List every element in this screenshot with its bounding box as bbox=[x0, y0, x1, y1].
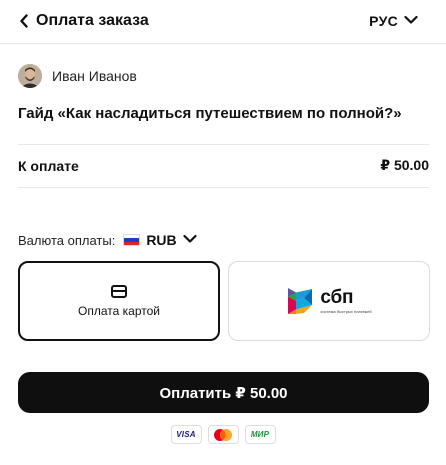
pay-by-card-label: Оплата картой bbox=[78, 303, 160, 318]
product-title: Гайд «Как насладиться путешествием по по… bbox=[18, 105, 402, 122]
pay-button-label: Оплатить ₽ 50.00 bbox=[159, 384, 288, 402]
total-amount: ₽ 50.00 bbox=[380, 157, 429, 173]
divider bbox=[18, 187, 429, 188]
author-name: Иван Иванов bbox=[52, 68, 137, 84]
mastercard-icon bbox=[214, 428, 232, 441]
chevron-down-icon bbox=[183, 231, 197, 249]
credit-card-icon bbox=[111, 284, 127, 298]
mir-text: МИР bbox=[250, 430, 270, 439]
total-row: К оплате ₽ 50.00 bbox=[18, 157, 429, 174]
page-title: Оплата заказа bbox=[36, 12, 149, 29]
pay-by-sbp-option[interactable]: сбп система быстрых платежей bbox=[228, 261, 430, 341]
currency-row: Валюта оплаты: RUB bbox=[18, 231, 197, 249]
visa-logo: VISA bbox=[170, 425, 202, 444]
currency-label: Валюта оплаты: bbox=[18, 232, 116, 248]
currency-code: RUB bbox=[146, 232, 177, 248]
currency-select[interactable]: RUB bbox=[123, 231, 197, 249]
sbp-logo: сбп система быстрых платежей bbox=[286, 286, 372, 316]
sbp-logo-icon bbox=[288, 288, 313, 314]
divider bbox=[18, 144, 429, 145]
chevron-left-icon bbox=[18, 13, 30, 29]
mir-logo: МИР bbox=[244, 425, 276, 444]
sbp-logo-subtitle: система быстрых платежей bbox=[320, 309, 372, 314]
language-selector[interactable]: РУС bbox=[369, 11, 418, 31]
russian-flag-icon bbox=[123, 234, 141, 246]
sbp-logo-wordmark: сбп bbox=[320, 287, 354, 308]
language-label: РУС bbox=[369, 13, 398, 29]
accepted-cards: VISA МИР bbox=[0, 425, 446, 444]
avatar bbox=[18, 64, 42, 88]
visa-text: VISA bbox=[176, 430, 196, 439]
author-info: Иван Иванов bbox=[18, 64, 137, 88]
total-label: К оплате bbox=[18, 157, 79, 174]
pay-by-card-option[interactable]: Оплата картой bbox=[18, 261, 220, 341]
back-button[interactable]: Оплата заказа bbox=[18, 10, 149, 32]
pay-button[interactable]: Оплатить ₽ 50.00 bbox=[18, 372, 429, 413]
chevron-down-icon bbox=[404, 12, 418, 30]
page-header: Оплата заказа РУС bbox=[0, 0, 446, 44]
mastercard-logo bbox=[207, 425, 239, 444]
